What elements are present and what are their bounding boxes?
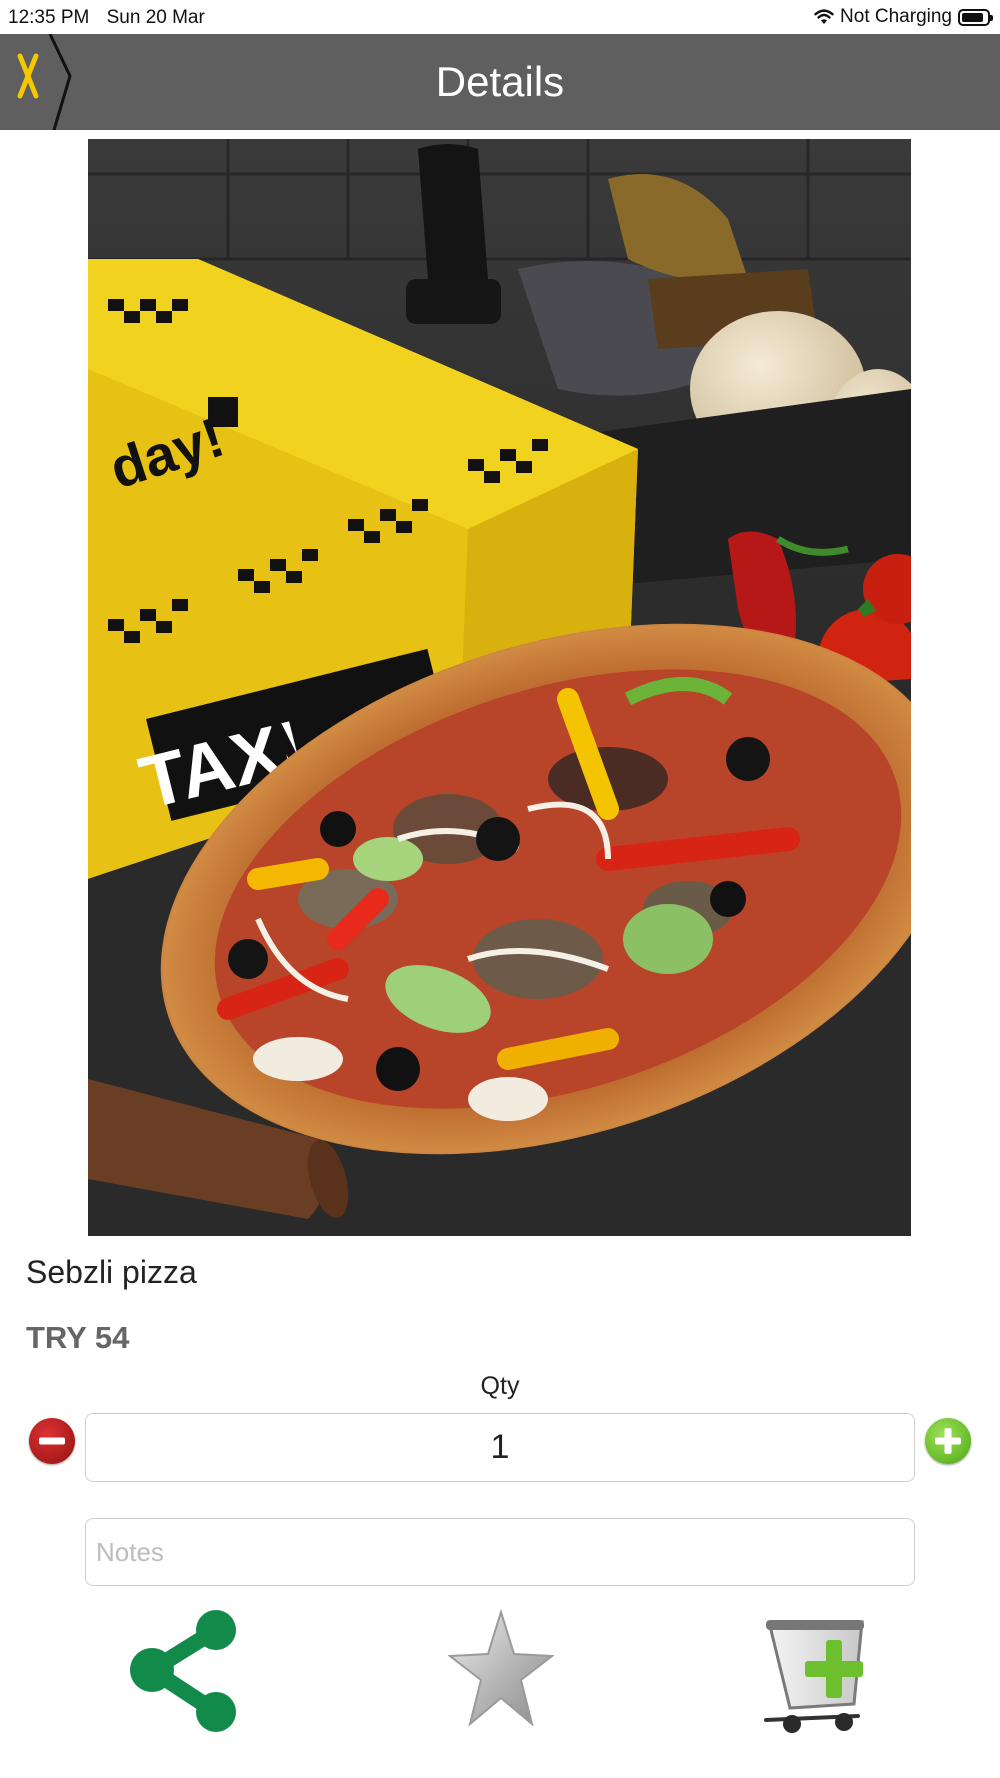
taxi-x-back-icon[interactable]: [0, 34, 76, 130]
page-title: Details: [435, 58, 565, 105]
cart-add-icon: [764, 1620, 864, 1733]
favorite-button[interactable]: [447, 1600, 555, 1740]
status-date: Sun 20 Mar: [106, 7, 205, 28]
product-name: Sebzli pizza: [26, 1254, 197, 1290]
decrease-quantity-button[interactable]: [29, 1418, 75, 1464]
nav-bar: Details: [0, 34, 1000, 130]
plus-circle-icon: [935, 1428, 961, 1454]
notes-input[interactable]: [85, 1518, 915, 1586]
product-price: TRY 54: [26, 1320, 130, 1355]
battery-icon: [958, 8, 993, 26]
star-icon: [447, 1608, 555, 1727]
increase-quantity-button[interactable]: [925, 1418, 971, 1464]
share-icon: [130, 1610, 236, 1732]
product-image: day! TAXI WAY: [88, 139, 911, 1236]
quantity-input[interactable]: [85, 1413, 915, 1482]
charging-status: Not Charging: [840, 6, 952, 27]
wifi-icon: [814, 9, 834, 24]
status-bar: 12:35 PM Sun 20 Mar Not Charging: [0, 0, 1000, 34]
qty-label: Qty: [480, 1372, 520, 1400]
minus-circle-icon: [39, 1437, 65, 1445]
pizza-photo: day! TAXI WAY: [88, 139, 911, 1236]
add-to-cart-button[interactable]: [762, 1600, 874, 1740]
share-button[interactable]: [128, 1600, 238, 1740]
status-time: 12:35 PM: [8, 7, 90, 28]
